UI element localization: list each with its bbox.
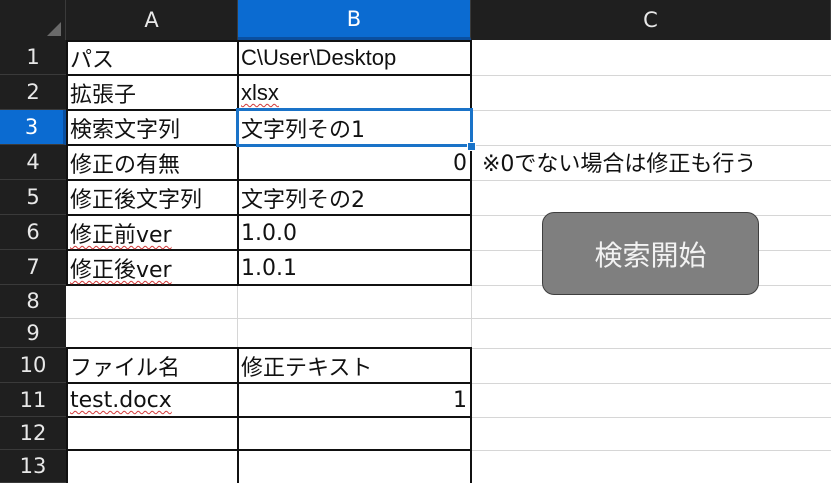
row-header-11[interactable]: 11	[0, 383, 66, 417]
cell-a12[interactable]	[67, 418, 238, 450]
cell-b13[interactable]	[238, 451, 471, 483]
cell-b5[interactable]: 文字列その2	[238, 181, 471, 215]
cell-b4[interactable]: 0	[238, 146, 471, 180]
cell-b1[interactable]: C\User\Desktop	[238, 41, 471, 75]
note-text: ※0でない場合は修正も行う	[482, 152, 757, 177]
row-header-3[interactable]: 3	[0, 110, 66, 145]
gridline	[472, 110, 831, 111]
active-cell-selection	[236, 108, 473, 147]
row-header-13[interactable]: 13	[0, 450, 66, 483]
column-header-a[interactable]: A	[66, 0, 238, 40]
cell-b2[interactable]: xlsx	[238, 76, 471, 110]
cell-a11[interactable]: test.docx	[67, 384, 238, 417]
cell-a11-text: test.docx	[70, 388, 172, 413]
row-header-12[interactable]: 12	[0, 417, 66, 450]
column-header-c[interactable]: C	[471, 0, 831, 40]
cell-a7[interactable]: 修正後ver	[67, 251, 238, 285]
row-header-6[interactable]: 6	[0, 215, 66, 250]
gridline	[66, 318, 831, 319]
gridline	[472, 75, 831, 76]
select-all-triangle-icon	[47, 22, 61, 36]
gridline	[237, 285, 238, 348]
cell-a1[interactable]: パス	[67, 41, 238, 75]
cell-b11[interactable]: 1	[238, 384, 471, 417]
cell-b12[interactable]	[238, 418, 471, 450]
gridline	[472, 450, 831, 451]
cell-a6[interactable]: 修正前ver	[67, 216, 238, 250]
row-header-4[interactable]: 4	[0, 145, 66, 180]
row-header-10[interactable]: 10	[0, 348, 66, 383]
gridline	[472, 417, 831, 418]
gridline	[472, 180, 831, 181]
row-header-1[interactable]: 1	[0, 40, 66, 75]
cell-a6-text: 修正前ver	[70, 223, 172, 248]
cell-a2[interactable]: 拡張子	[67, 76, 238, 110]
cell-a10[interactable]: ファイル名	[67, 349, 238, 383]
select-all-corner[interactable]	[0, 0, 66, 40]
column-header-b[interactable]: B	[238, 0, 471, 40]
cell-b2-text: xlsx	[241, 80, 279, 105]
cell-a7-text: 修正後ver	[70, 258, 172, 283]
fill-handle[interactable]	[467, 142, 476, 151]
gridline	[472, 348, 831, 349]
cell-b10[interactable]: 修正テキスト	[238, 349, 471, 383]
spreadsheet-grid: A B C 1 2 3 4 5 6 7 8 9 10 11 12 13 パス C…	[0, 0, 831, 483]
cell-b7[interactable]: 1.0.1	[238, 251, 471, 285]
row-header-9[interactable]: 9	[0, 318, 66, 348]
cell-a5[interactable]: 修正後文字列	[67, 181, 238, 215]
cell-a13[interactable]	[67, 451, 238, 483]
search-start-button[interactable]: 検索開始	[542, 212, 759, 295]
row-header-2[interactable]: 2	[0, 75, 66, 110]
gridline	[472, 383, 831, 384]
cell-b6[interactable]: 1.0.0	[238, 216, 471, 250]
row-header-7[interactable]: 7	[0, 250, 66, 285]
cell-a4[interactable]: 修正の有無	[67, 146, 238, 180]
row-header-8[interactable]: 8	[0, 285, 66, 318]
row-header-5[interactable]: 5	[0, 180, 66, 215]
cell-a3[interactable]: 検索文字列	[67, 111, 238, 145]
